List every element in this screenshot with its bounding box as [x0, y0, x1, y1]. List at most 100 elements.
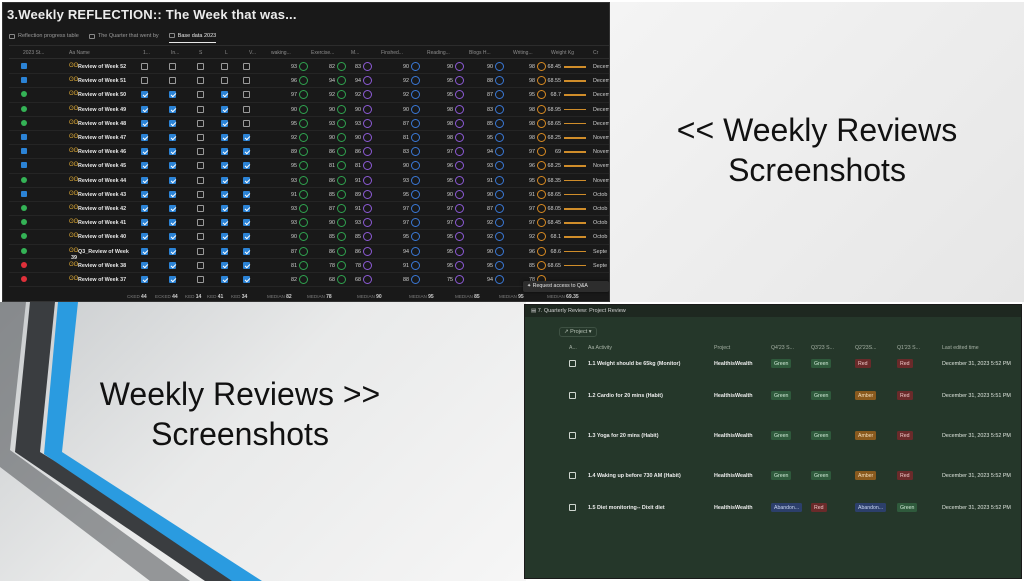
- activity-name[interactable]: 1.4 Waking up before 730 AM (Habit): [588, 473, 681, 479]
- table-row[interactable]: ʘʘ Review of Week 46 89 86 86 83 97 94 97 69 Novem: [9, 145, 609, 160]
- checkbox[interactable]: [221, 119, 228, 127]
- checkbox[interactable]: [221, 63, 228, 70]
- project-column-header[interactable]: Aa Activity: [588, 345, 612, 351]
- project-row[interactable]: 1.4 Waking up before 730 AM (Habit) Healt…: [559, 469, 1021, 485]
- checkbox[interactable]: [197, 233, 204, 241]
- checkbox[interactable]: [197, 276, 204, 283]
- project-column-header[interactable]: Project: [714, 345, 730, 351]
- checkbox[interactable]: [221, 219, 228, 227]
- checkbox[interactable]: [141, 162, 148, 170]
- review-name[interactable]: Review of Week 41: [78, 220, 126, 226]
- checkbox[interactable]: [169, 276, 176, 283]
- checkbox[interactable]: [243, 261, 250, 269]
- checkbox[interactable]: [197, 77, 204, 85]
- checkbox[interactable]: [141, 190, 148, 198]
- checkbox[interactable]: [243, 63, 250, 70]
- checkbox[interactable]: [169, 119, 176, 127]
- checkbox[interactable]: [141, 63, 148, 70]
- review-name[interactable]: Review of Week 51: [78, 78, 126, 84]
- checkbox[interactable]: [243, 77, 250, 85]
- checkbox[interactable]: [169, 261, 176, 269]
- table-row[interactable]: ʘʘ Review of Week 48 95 93 93 87 98 85 98 68.65 De…: [9, 117, 609, 131]
- checkbox[interactable]: [221, 134, 228, 141]
- checkbox[interactable]: [141, 77, 148, 85]
- table-row[interactable]: ʘʘ Review of Week 42 93 87 91 97 97 87 97 68.05 Oc…: [9, 202, 609, 217]
- checkbox[interactable]: [169, 247, 176, 255]
- checkbox[interactable]: [141, 219, 148, 227]
- checkbox[interactable]: [243, 162, 250, 170]
- checkbox[interactable]: [243, 176, 250, 184]
- project-filter-button[interactable]: ↗ Project ▾: [559, 327, 597, 337]
- footer-aggregate[interactable]: MEDIAN 90: [357, 294, 382, 300]
- table-row[interactable]: ʘʘ Review of Week 37 82 68 68 88 75 94 78: [9, 273, 609, 288]
- column-header[interactable]: S: [199, 50, 202, 56]
- footer-aggregate[interactable]: KED 14: [185, 294, 201, 300]
- column-header[interactable]: Exercise...: [311, 50, 334, 56]
- checkbox[interactable]: [169, 63, 176, 70]
- review-name[interactable]: Review of Week 40: [78, 234, 126, 240]
- view-tab[interactable]: Base data 2023: [168, 29, 217, 43]
- review-name[interactable]: Review of Week 48: [78, 121, 126, 127]
- checkbox[interactable]: [141, 176, 148, 184]
- project-row[interactable]: 1.3 Yoga for 20 mins (Habit) HealthisWeal…: [559, 429, 1021, 445]
- checkbox[interactable]: [169, 205, 176, 212]
- checkbox[interactable]: [169, 134, 176, 141]
- table-row[interactable]: ʘʘ Review of Week 50 97 92 92 92 95 87 95 68.7 Dec…: [9, 88, 609, 103]
- column-header[interactable]: Cr: [593, 50, 598, 56]
- checkbox[interactable]: [243, 233, 250, 241]
- checkbox[interactable]: [197, 105, 204, 113]
- footer-aggregate[interactable]: MEDIAN 95: [409, 294, 434, 300]
- project-row[interactable]: 1.5 Diet monitoring-- Dixit diet Healthis…: [559, 501, 1021, 517]
- footer-aggregate[interactable]: MEDIAN 95: [499, 294, 524, 300]
- checkbox[interactable]: [221, 233, 228, 241]
- checkbox[interactable]: [141, 134, 148, 141]
- column-header[interactable]: Blogs H...: [469, 50, 491, 56]
- table-row[interactable]: ʘʘ Review of Week 41 93 90 93 97 97 92 97 68.45 Oc…: [9, 216, 609, 231]
- checkbox[interactable]: [141, 247, 148, 255]
- review-name[interactable]: Review of Week 38: [78, 263, 126, 269]
- checkbox[interactable]: [141, 205, 148, 212]
- checkbox[interactable]: [221, 176, 228, 184]
- checkbox[interactable]: [243, 276, 250, 283]
- table-row[interactable]: ʘʘ Q3_Review of Week 39 87 86 86 94 95 90 96 68.6 S…: [9, 245, 609, 261]
- project-column-header[interactable]: Q2'23S...: [855, 345, 876, 351]
- checkbox[interactable]: [141, 91, 148, 99]
- table-row[interactable]: ʘʘ Review of Week 51 96 94 94 92 95 88 98 68.55 De…: [9, 74, 609, 89]
- checkbox[interactable]: [169, 219, 176, 227]
- project-column-header[interactable]: Q3'23 S...: [811, 345, 834, 351]
- footer-aggregate[interactable]: MEDIAN 69.35: [547, 294, 579, 300]
- checkbox[interactable]: [221, 247, 228, 255]
- checkbox[interactable]: [243, 134, 250, 141]
- checkbox[interactable]: [221, 162, 228, 170]
- checkbox[interactable]: [221, 276, 228, 283]
- project-column-header[interactable]: Q4'23 S...: [771, 345, 794, 351]
- checkbox[interactable]: [221, 261, 228, 269]
- project-row[interactable]: 1.1 Weight should be 65kg (Monitor) Healt…: [559, 357, 1021, 373]
- checkbox[interactable]: [169, 91, 176, 99]
- activity-name[interactable]: 1.3 Yoga for 20 mins (Habit): [588, 433, 659, 439]
- review-name[interactable]: Review of Week 46: [78, 149, 126, 155]
- checkbox[interactable]: [197, 176, 204, 184]
- checkbox[interactable]: [221, 105, 228, 113]
- checkbox[interactable]: [197, 63, 204, 70]
- checkbox[interactable]: [197, 119, 204, 127]
- checkbox[interactable]: [169, 105, 176, 113]
- review-name[interactable]: Review of Week 44: [78, 178, 126, 184]
- footer-aggregate[interactable]: CKED 44: [127, 294, 147, 300]
- column-header[interactable]: Finshed...: [381, 50, 403, 56]
- column-header[interactable]: Weight Kg: [551, 50, 574, 56]
- table-row[interactable]: ʘʘ Review of Week 38 81 78 78 91 95 95 85 68.65 Se…: [9, 259, 609, 273]
- checkbox[interactable]: [141, 119, 148, 127]
- table-row[interactable]: ʘʘ Review of Week 40 90 85 85 95 95 92 92 68.1 Oct…: [9, 230, 609, 245]
- review-name[interactable]: Review of Week 50: [78, 92, 126, 98]
- checkbox[interactable]: [221, 190, 228, 198]
- checkbox[interactable]: [141, 148, 148, 156]
- checkbox[interactable]: [141, 233, 148, 241]
- column-header[interactable]: L: [225, 50, 228, 56]
- checkbox[interactable]: [243, 91, 250, 99]
- column-header[interactable]: M...: [351, 50, 359, 56]
- project-column-header[interactable]: Last edited time: [942, 345, 979, 351]
- checkbox[interactable]: [169, 190, 176, 198]
- checkbox[interactable]: [197, 261, 204, 269]
- checkbox[interactable]: [197, 134, 204, 141]
